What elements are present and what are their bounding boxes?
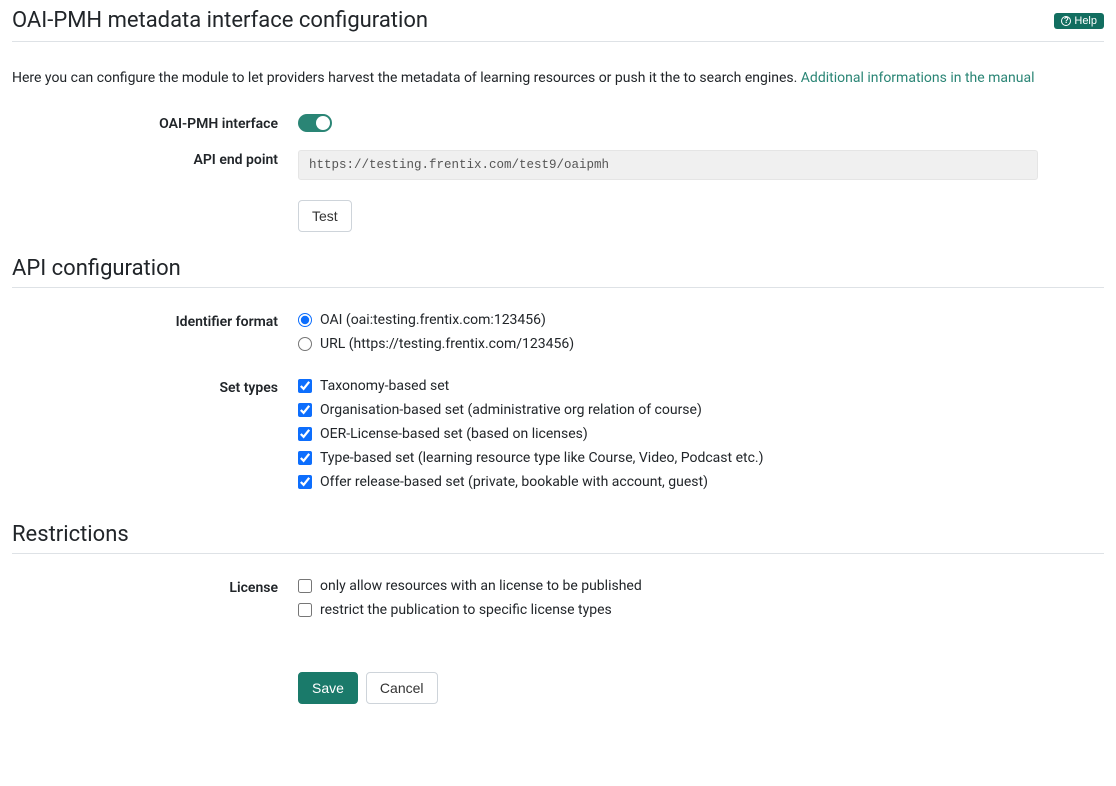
license-label-restrict: restrict the publication to specific lic… [320, 602, 612, 618]
toggle-slider [298, 114, 332, 132]
set-type-label-taxonomy: Taxonomy-based set [320, 378, 449, 394]
api-config-title: API configuration [12, 256, 1104, 288]
set-types-label: Set types [12, 378, 298, 498]
help-icon: ? [1061, 16, 1071, 26]
test-button[interactable]: Test [298, 200, 352, 232]
set-type-checkbox-organisation[interactable] [298, 403, 312, 417]
set-type-checkbox-type[interactable] [298, 451, 312, 465]
restrictions-title: Restrictions [12, 522, 1104, 554]
set-type-label-license: OER-License-based set (based on licenses… [320, 426, 588, 442]
license-option-restrict[interactable]: restrict the publication to specific lic… [298, 602, 1038, 618]
set-type-checkbox-license[interactable] [298, 427, 312, 441]
set-type-license[interactable]: OER-License-based set (based on licenses… [298, 426, 1038, 442]
identifier-option-url[interactable]: URL (https://testing.frentix.com/123456) [298, 336, 1038, 352]
manual-link[interactable]: Additional informations in the manual [801, 70, 1035, 86]
set-type-label-offer: Offer release-based set (private, bookab… [320, 474, 708, 490]
endpoint-value: https://testing.frentix.com/test9/oaipmh [298, 150, 1038, 180]
identifier-format-label: Identifier format [12, 312, 298, 360]
save-button[interactable]: Save [298, 672, 358, 704]
intro-text: Here you can configure the module to let… [12, 70, 1104, 86]
set-type-label-organisation: Organisation-based set (administrative o… [320, 402, 702, 418]
identifier-radio-url[interactable] [298, 337, 312, 351]
set-type-taxonomy[interactable]: Taxonomy-based set [298, 378, 1038, 394]
set-type-checkbox-taxonomy[interactable] [298, 379, 312, 393]
set-type-label-type: Type-based set (learning resource type l… [320, 450, 763, 466]
interface-label: OAI-PMH interface [12, 114, 298, 132]
license-checkbox-restrict[interactable] [298, 603, 312, 617]
set-type-type[interactable]: Type-based set (learning resource type l… [298, 450, 1038, 466]
identifier-radio-oai[interactable] [298, 313, 312, 327]
intro-text-content: Here you can configure the module to let… [12, 70, 801, 86]
license-checkbox-require[interactable] [298, 579, 312, 593]
license-option-require[interactable]: only allow resources with an license to … [298, 578, 1038, 594]
identifier-label-oai: OAI (oai:testing.frentix.com:123456) [320, 312, 546, 328]
license-label: License [12, 578, 298, 626]
set-type-checkbox-offer[interactable] [298, 475, 312, 489]
interface-toggle[interactable] [298, 114, 332, 132]
identifier-label-url: URL (https://testing.frentix.com/123456) [320, 336, 574, 352]
endpoint-label: API end point [12, 150, 298, 180]
help-label: Help [1074, 15, 1097, 27]
set-type-organisation[interactable]: Organisation-based set (administrative o… [298, 402, 1038, 418]
set-type-offer[interactable]: Offer release-based set (private, bookab… [298, 474, 1038, 490]
cancel-button[interactable]: Cancel [366, 672, 438, 704]
help-button[interactable]: ? Help [1054, 13, 1104, 29]
license-label-require: only allow resources with an license to … [320, 578, 642, 594]
page-title: OAI-PMH metadata interface configuration [12, 8, 428, 33]
identifier-option-oai[interactable]: OAI (oai:testing.frentix.com:123456) [298, 312, 1038, 328]
